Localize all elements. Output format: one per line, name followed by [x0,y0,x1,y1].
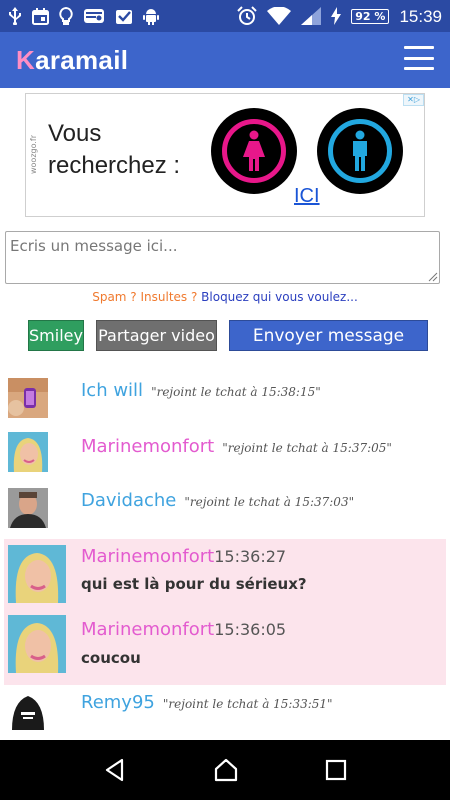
avatar[interactable] [8,545,66,603]
message-input[interactable] [5,231,440,284]
ad-source-label: woozgo.fr [29,134,38,174]
clock: 15:39 [399,6,442,26]
list-item: Marinemonfort "rejoint le tchat à 15:37:0… [4,426,446,480]
screen: 92 % 15:39 Karamail woozgo.fr ✕▷ Vous re… [0,0,450,800]
avatar[interactable] [8,378,48,418]
join-notice: "rejoint le tchat à 15:33:51" [162,697,333,711]
ad-banner[interactable]: woozgo.fr ✕▷ Vous recherchez : ICI [25,93,425,217]
back-icon[interactable] [103,758,127,782]
share-video-button[interactable]: Partager video [96,320,217,351]
avatar[interactable] [8,432,48,472]
chat-feed[interactable]: Ich will "rejoint le tchat à 15:38:15" Ma… [0,366,450,740]
resize-handle-icon[interactable] [426,270,438,282]
man-icon [317,108,403,194]
battery-level: 92 % [351,8,390,24]
message-text: coucou [81,649,141,667]
system-nav-bar [0,740,450,800]
chat-message: Marinemonfort15:36:27 qui est là pour du… [4,539,446,611]
message-time: 15:36:27 [214,547,287,566]
woman-icon [211,108,297,194]
send-message-button[interactable]: Envoyer message [229,320,428,351]
nickname[interactable]: Marinemonfort [81,546,214,567]
usb-icon [8,7,22,25]
list-item: Davidache "rejoint le tchat à 15:37:03" [4,480,446,536]
message-text: qui est là pour du sérieux? [81,575,307,593]
nickname[interactable]: Marinemonfort [81,619,214,640]
avatar[interactable] [8,690,48,730]
list-item: Ich will "rejoint le tchat à 15:38:15" [4,372,446,424]
card-icon [83,7,105,25]
block-users-link[interactable]: Bloquez qui vous voulez... [201,290,358,304]
nickname[interactable]: Marinemonfort [81,436,214,457]
chat-message: Marinemonfort15:36:05 coucou [4,611,446,685]
join-notice: "rejoint le tchat à 15:37:03" [184,495,355,509]
calendar-icon [32,7,49,25]
recents-icon[interactable] [325,759,347,781]
ad-choices-icon[interactable]: ✕▷ [403,94,424,106]
home-icon[interactable] [213,757,239,783]
list-item: Remy95 "rejoint le tchat à 15:33:51" [4,686,446,740]
join-notice: "rejoint le tchat à 15:38:15" [151,385,321,399]
join-notice: "rejoint le tchat à 15:37:05" [222,441,392,455]
app-header: Karamail [0,32,450,88]
spam-notice: Spam ? Insultes ? Bloquez qui vous voule… [92,290,358,304]
task-icon [115,7,133,25]
nickname[interactable]: Remy95 [81,692,155,713]
charging-icon [331,7,342,25]
alarm-icon [237,6,257,26]
app-logo[interactable]: Karamail [16,45,128,76]
avatar[interactable] [8,488,48,528]
message-time: 15:36:05 [214,620,287,639]
ad-headline: Vous recherchez : [48,120,181,179]
signal-icon [301,7,322,25]
nickname[interactable]: Ich will [81,380,143,401]
avatar[interactable] [8,615,66,673]
status-bar: 92 % 15:39 [0,0,450,32]
nickname[interactable]: Davidache [81,490,176,511]
smiley-button[interactable]: Smiley [28,320,84,351]
android-icon [143,7,159,25]
hamburger-menu-icon[interactable] [404,46,434,70]
ad-cta-link[interactable]: ICI [294,185,320,208]
bulb-icon [59,6,73,26]
wifi-icon [267,7,292,25]
